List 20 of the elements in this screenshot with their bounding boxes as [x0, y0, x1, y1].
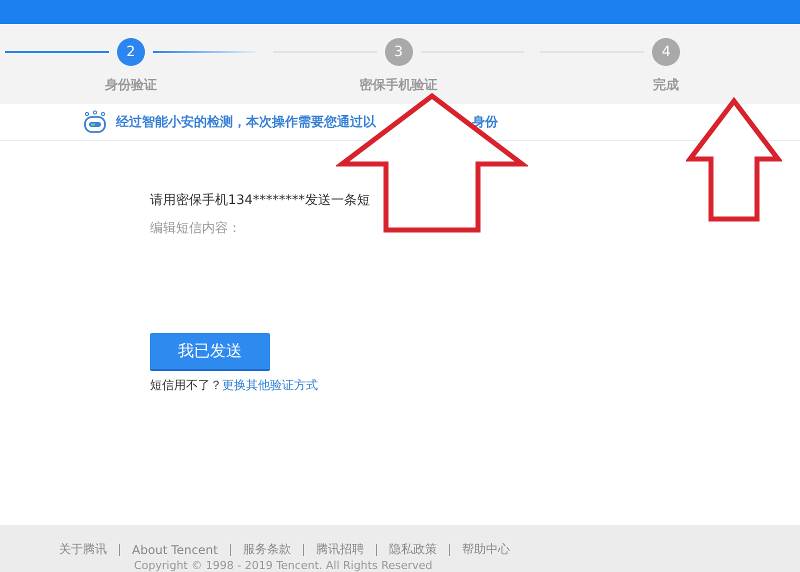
alternative-text: 短信用不了？ — [150, 377, 222, 394]
robot-icon — [82, 110, 108, 134]
step-label: 完成 — [653, 76, 680, 94]
footer-link[interactable]: 关于腾讯 — [59, 541, 107, 558]
step-label: 密保手机验证 — [360, 76, 438, 94]
footer-link[interactable]: About Tencent — [132, 542, 218, 556]
step-number: 3 — [384, 38, 413, 66]
footer-link[interactable]: 服务条款 — [242, 541, 291, 558]
instruction-text: 请用密保手机134********发送一条短 — [150, 192, 371, 209]
footer-link[interactable]: 帮助中心 — [462, 541, 510, 558]
sms-content-label: 编辑短信内容： — [150, 220, 242, 237]
footer-link[interactable]: 腾讯招聘 — [316, 541, 364, 558]
step-number: 4 — [652, 38, 680, 66]
notice-text: 经过智能小安的检测，本次操作需要您通过以 — [116, 114, 376, 131]
step-number: 2 — [116, 38, 145, 66]
alternative-link[interactable]: 更换其他验证方式 — [222, 377, 318, 394]
footer-link[interactable]: 隐私政策 — [388, 541, 437, 558]
sent-button[interactable]: 我已发送 — [150, 333, 270, 371]
step-label: 身份验证 — [104, 77, 157, 94]
copyright-text: Copyright © 1998 - 2019 Tencent. All Rights Reserved — [134, 559, 432, 572]
